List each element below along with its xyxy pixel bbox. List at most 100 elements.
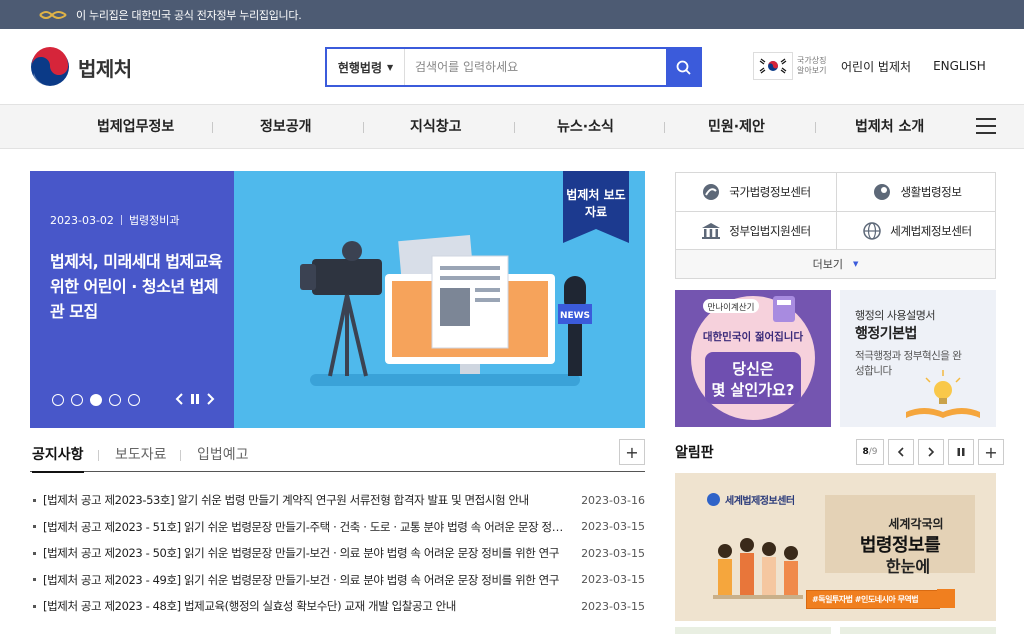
search-icon — [676, 60, 691, 75]
banner-meta: 2023-03-02 법령정비과 — [50, 212, 180, 228]
promo1-tag: 만나이계산기 — [708, 302, 755, 313]
board-controls: 8/9 + — [856, 439, 1008, 465]
notice-title[interactable]: [법제처 공고 제2023 - 51호] 읽기 쉬운 법령문장 만들기-주택 ·… — [43, 519, 573, 535]
hero-banner[interactable]: 2023-03-02 법령정비과 법제처, 미래세대 법제교육 위한 어린이 ·… — [30, 171, 645, 428]
banner-dot[interactable] — [109, 394, 121, 406]
law-center-icon — [703, 184, 720, 200]
nav-separator — [212, 122, 213, 133]
kids-site-link[interactable]: 어린이 법제처 — [841, 58, 911, 75]
chevron-down-icon: ▼ — [852, 260, 859, 268]
quick-link-national-law[interactable]: 국가법령정보센터 — [676, 173, 836, 211]
board-slide[interactable]: 세계법제정보센터 세계각국의 법령정보를 한눈에 #독일투자법 #인도네시아 무… — [675, 473, 996, 621]
tab-notices[interactable]: 공지사항 — [32, 444, 84, 473]
nav-separator — [664, 122, 665, 133]
pause-icon — [957, 448, 965, 456]
tab-legislation-notice[interactable]: 입법예고 — [197, 444, 249, 464]
quick-link-life-law[interactable]: 생활법령정보 — [837, 173, 997, 211]
board-counter: 8/9 — [856, 439, 884, 465]
national-symbol-label[interactable]: 국가상징 알아보기 — [797, 56, 831, 76]
promo2-title: 행정기본법 — [855, 326, 917, 342]
list-item[interactable]: [법제처 공고 제2023 - 50호] 읽기 쉬운 법령문장 만들기-보건 ·… — [30, 540, 645, 567]
list-item[interactable]: [법제처 공고 제2023 - 49호] 읽기 쉬운 법령문장 만들기-보건 ·… — [30, 567, 645, 594]
list-item[interactable]: [법제처 공고 제2023 - 48호] 법제교육(행정의 실효성 확보수단) … — [30, 593, 645, 620]
notice-title[interactable]: [법제처 공고 제2023-53호] 알기 쉬운 법령 만들기 계약직 연구원 … — [43, 492, 573, 508]
banner-dot-active[interactable] — [90, 394, 102, 406]
nav-item-legal-work[interactable]: 법제업무정보 — [97, 105, 174, 149]
banner-dot[interactable] — [128, 394, 140, 406]
list-item[interactable]: [법제처 공고 제2023 - 51호] 읽기 쉬운 법령문장 만들기-주택 ·… — [30, 514, 645, 541]
promo2-subtitle: 행정의 사용설명서 — [855, 309, 935, 322]
banner-dept: 법령정비과 — [128, 214, 180, 227]
quick-link-gov-legislation[interactable]: 정부입법지원센터 — [676, 212, 836, 250]
promo-admin-basic-act[interactable]: 행정의 사용설명서 행정기본법 적극행정과 정부혁신을 완성합니다 — [840, 290, 996, 427]
banner-headline[interactable]: 법제처, 미래세대 법제교육 위한 어린이 · 청소년 법제관 모집 — [50, 249, 230, 324]
promo-age-calculator[interactable]: 만나이계산기 대한민국이 젊어집니다 당신은 몇 살인가요? — [675, 290, 831, 427]
site-logo[interactable]: 법제처 — [30, 47, 132, 87]
board-tag-bar: #독일투자법 #인도네시아 무역법 — [806, 589, 955, 609]
search-button[interactable] — [666, 49, 700, 85]
nav-item-knowledge[interactable]: 지식창고 — [410, 105, 462, 149]
notice-list: [법제처 공고 제2023-53호] 알기 쉬운 법령 만들기 계약직 연구원 … — [30, 487, 645, 620]
notice-title[interactable]: [법제처 공고 제2023 - 48호] 법제교육(행정의 실효성 확보수단) … — [43, 598, 573, 614]
quick-links: 국가법령정보센터 생활법령정보 정부입법지원센터 세계법제정보센터 더보기 ▼ — [675, 172, 996, 279]
gov-emblem-icon — [39, 10, 67, 19]
lightbulb-book-icon — [906, 370, 980, 418]
press-ribbon-label: 법제처 보도자료 — [566, 188, 626, 219]
search-input[interactable] — [405, 49, 666, 85]
news-label: NEWS — [560, 311, 590, 321]
all-menu-button[interactable] — [976, 118, 996, 136]
board-more-button[interactable]: + — [978, 439, 1004, 465]
chevron-down-icon: ▼ — [387, 62, 394, 72]
header-utility: 국가상징 알아보기 어린이 법제처 ENGLISH — [753, 52, 986, 80]
search-icon — [937, 589, 955, 608]
notice-date: 2023-03-15 — [581, 599, 645, 613]
board-pause-button[interactable] — [948, 439, 974, 465]
english-site-link[interactable]: ENGLISH — [933, 59, 986, 73]
notices-more-button[interactable]: + — [619, 439, 645, 465]
quick-link-label: 정부입법지원센터 — [729, 224, 811, 238]
chevron-right-icon[interactable] — [205, 393, 215, 405]
promo1-question-line2: 몇 살인가요? — [712, 381, 795, 399]
quick-link-world-law[interactable]: 세계법제정보센터 — [837, 212, 997, 250]
plus-icon: + — [984, 442, 998, 462]
board-prev-button[interactable] — [888, 439, 914, 465]
banner-text-panel: 2023-03-02 법령정비과 법제처, 미래세대 법제교육 위한 어린이 ·… — [30, 171, 234, 428]
nav-item-about[interactable]: 법제처 소개 — [855, 105, 924, 149]
board-next-button[interactable] — [918, 439, 944, 465]
globe-icon — [707, 493, 720, 506]
banner-dot[interactable] — [52, 394, 64, 406]
life-law-icon — [874, 184, 891, 200]
main-nav: 법제업무정보 정보공개 지식창고 뉴스·소식 민원·제안 법제처 소개 — [0, 105, 1024, 149]
nav-separator — [514, 122, 515, 133]
list-item[interactable]: [법제처 공고 제2023-53호] 알기 쉬운 법령 만들기 계약직 연구원 … — [30, 487, 645, 514]
pause-icon[interactable] — [189, 393, 201, 405]
next-banner-peek — [840, 627, 996, 634]
more-label: 더보기 — [812, 258, 843, 271]
notice-title[interactable]: [법제처 공고 제2023 - 50호] 읽기 쉬운 법령문장 만들기-보건 ·… — [43, 545, 573, 561]
notice-title[interactable]: [법제처 공고 제2023 - 49호] 읽기 쉬운 법령문장 만들기-보건 ·… — [43, 572, 573, 588]
national-symbol-link[interactable] — [753, 52, 793, 80]
banner-date: 2023-03-02 — [50, 213, 114, 227]
next-banner-peek — [675, 627, 831, 634]
quick-link-label: 생활법령정보 — [900, 185, 962, 199]
search-scope-label: 현행법령 — [337, 60, 382, 75]
banner-pagination — [52, 394, 147, 406]
chevron-right-icon — [928, 447, 935, 457]
nav-item-info-disclosure[interactable]: 정보공개 — [260, 105, 312, 149]
nav-item-news[interactable]: 뉴스·소식 — [557, 105, 614, 149]
banner-dot[interactable] — [71, 394, 83, 406]
promo1-question-line1: 당신은 — [732, 360, 774, 378]
building-icon — [702, 223, 721, 239]
notice-date: 2023-03-15 — [581, 573, 645, 587]
search-scope-select[interactable]: 현행법령 ▼ — [327, 49, 405, 85]
board-line3: 한눈에 — [885, 557, 931, 576]
chevron-left-icon[interactable] — [175, 393, 185, 405]
tab-press[interactable]: 보도자료 — [115, 444, 167, 464]
nav-item-civil[interactable]: 민원·제안 — [708, 105, 765, 149]
notice-date: 2023-03-16 — [581, 493, 645, 507]
quick-links-more-button[interactable]: 더보기 ▼ — [676, 250, 995, 278]
quick-link-label: 국가법령정보센터 — [729, 185, 811, 199]
globe-icon — [863, 222, 882, 240]
notice-tabs: 공지사항 보도자료 입법예고 — [30, 438, 645, 473]
board-title: 알림판 — [675, 445, 714, 461]
